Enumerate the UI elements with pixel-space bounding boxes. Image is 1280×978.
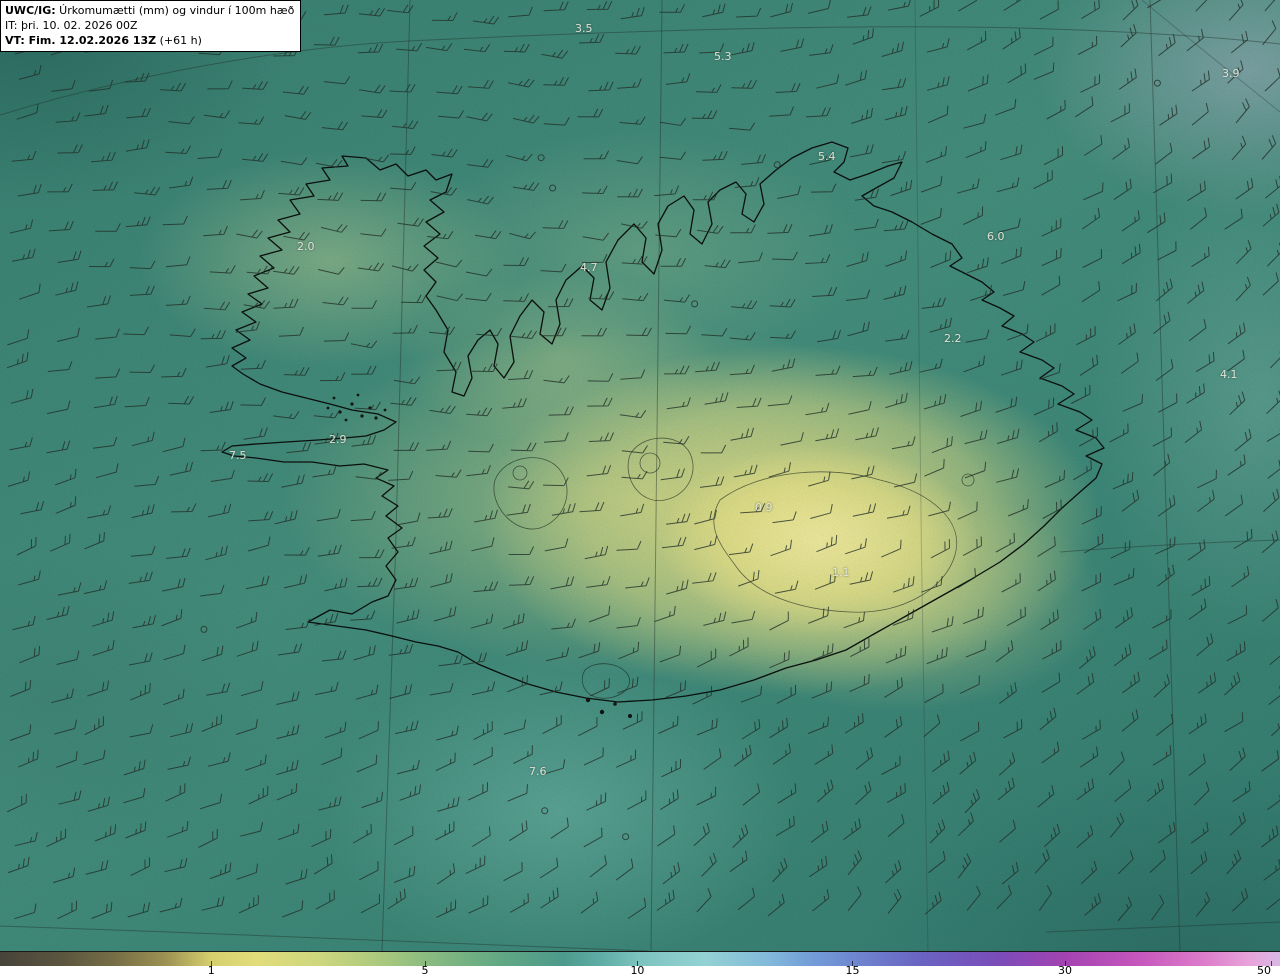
valid-time-bold: VT: Fim. 12.02.2026 13Z [5, 34, 157, 47]
colorbar-label: 30 [1057, 964, 1072, 977]
colorbar-label: 15 [845, 964, 860, 977]
weather-map: 3.5 5.3 3.9 5.4 2.0 6.0 4.7 2.2 4.1 2.9 7.5 0.9 1.1 7… [0, 0, 1280, 978]
init-time: IT: þri. 10. 02. 2026 00Z [5, 19, 138, 32]
colorbar-labels: 1 5 10 15 30 50 [0, 964, 1280, 978]
colorbar: 1 5 10 15 30 50 [0, 951, 1280, 978]
title-text: Úrkomumætti (mm) og vindur í 100m hæð [55, 4, 295, 17]
map-title: UWC/IG: Úrkomumætti (mm) og vindur í 100… [5, 3, 294, 18]
colorbar-label: 10 [630, 964, 645, 977]
model-label: UWC/IG: [5, 4, 56, 17]
colorbar-label: 50 [1257, 964, 1272, 977]
forecast-info-box: UWC/IG: Úrkomumætti (mm) og vindur í 100… [0, 0, 302, 52]
valid-time: VT: Fim. 12.02.2026 13Z (+61 h) [5, 33, 294, 48]
map-overlay [0, 0, 1280, 951]
valid-time-offset: (+61 h) [156, 34, 202, 47]
colorbar-label: 5 [421, 964, 429, 977]
colorbar-label: 1 [207, 964, 215, 977]
